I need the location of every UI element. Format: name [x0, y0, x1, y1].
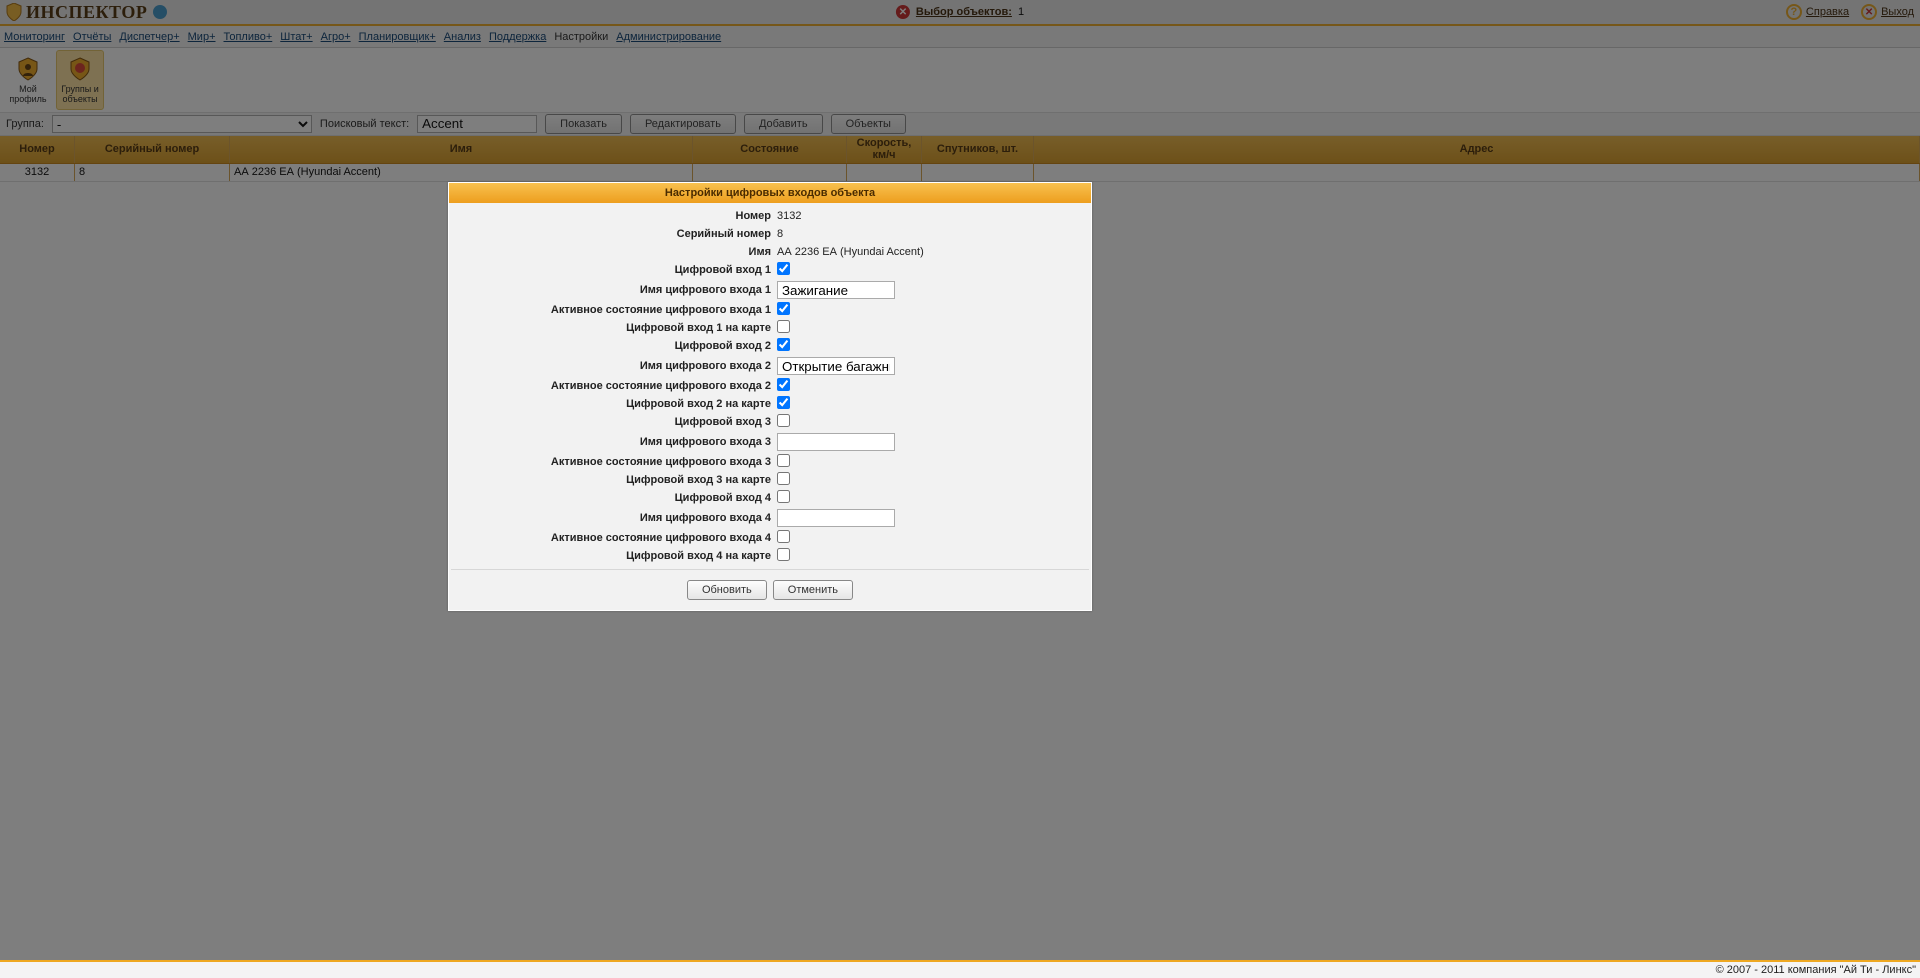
lbl-in2-map: Цифровой вход 2 на карте: [455, 398, 775, 410]
lbl-in3: Цифровой вход 3: [455, 416, 775, 428]
inp-in1-name[interactable]: [777, 281, 895, 299]
lbl-in2: Цифровой вход 2: [455, 340, 775, 352]
lbl-in3-active: Активное состояние цифрового входа 3: [455, 456, 775, 468]
chk-in2-active[interactable]: [777, 378, 790, 391]
lbl-in1-active: Активное состояние цифрового входа 1: [455, 304, 775, 316]
chk-in3-active[interactable]: [777, 454, 790, 467]
lbl-in1: Цифровой вход 1: [455, 264, 775, 276]
footer: © 2007 - 2011 компания "Ай Ти - Линкс": [0, 960, 1920, 978]
val-num: 3132: [775, 210, 1085, 222]
digital-inputs-dialog: Настройки цифровых входов объекта Номер3…: [448, 182, 1092, 611]
chk-in2[interactable]: [777, 338, 790, 351]
lbl-in4-name: Имя цифрового входа 4: [455, 512, 775, 524]
lbl-in1-map: Цифровой вход 1 на карте: [455, 322, 775, 334]
cancel-button[interactable]: Отменить: [773, 580, 853, 600]
lbl-ser: Серийный номер: [455, 228, 775, 240]
lbl-in2-active: Активное состояние цифрового входа 2: [455, 380, 775, 392]
chk-in2-map[interactable]: [777, 396, 790, 409]
lbl-in2-name: Имя цифрового входа 2: [455, 360, 775, 372]
lbl-in3-name: Имя цифрового входа 3: [455, 436, 775, 448]
chk-in4[interactable]: [777, 490, 790, 503]
chk-in1-map[interactable]: [777, 320, 790, 333]
lbl-in4-map: Цифровой вход 4 на карте: [455, 550, 775, 562]
update-button[interactable]: Обновить: [687, 580, 767, 600]
lbl-in3-map: Цифровой вход 3 на карте: [455, 474, 775, 486]
lbl-in1-name: Имя цифрового входа 1: [455, 284, 775, 296]
copyright: © 2007 - 2011 компания "Ай Ти - Линкс": [1716, 964, 1916, 976]
chk-in3[interactable]: [777, 414, 790, 427]
val-name: АА 2236 ЕА (Hyundai Accent): [775, 246, 1085, 258]
dialog-title: Настройки цифровых входов объекта: [449, 183, 1091, 203]
inp-in4-name[interactable]: [777, 509, 895, 527]
lbl-name: Имя: [455, 246, 775, 258]
chk-in1[interactable]: [777, 262, 790, 275]
chk-in4-map[interactable]: [777, 548, 790, 561]
chk-in4-active[interactable]: [777, 530, 790, 543]
lbl-in4-active: Активное состояние цифрового входа 4: [455, 532, 775, 544]
lbl-num: Номер: [455, 210, 775, 222]
inp-in3-name[interactable]: [777, 433, 895, 451]
val-ser: 8: [775, 228, 1085, 240]
chk-in1-active[interactable]: [777, 302, 790, 315]
lbl-in4: Цифровой вход 4: [455, 492, 775, 504]
chk-in3-map[interactable]: [777, 472, 790, 485]
inp-in2-name[interactable]: [777, 357, 895, 375]
